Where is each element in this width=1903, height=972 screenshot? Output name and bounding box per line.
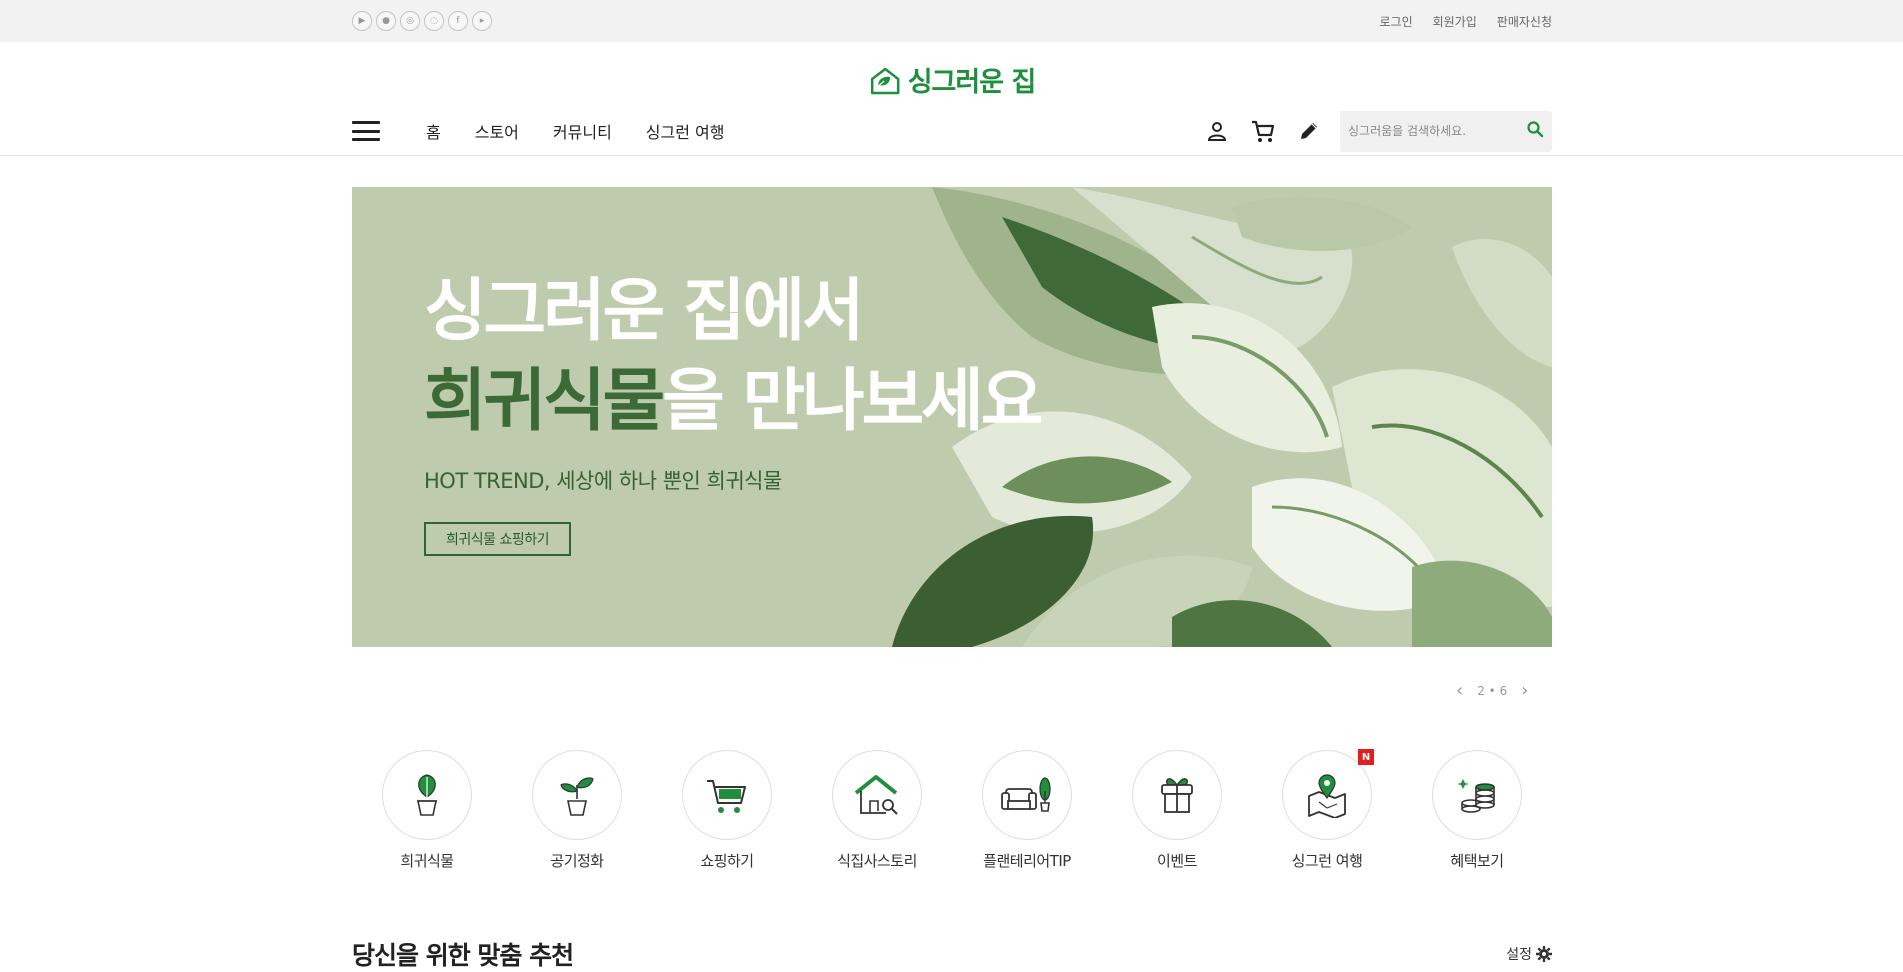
search-box bbox=[1340, 110, 1552, 152]
chevron-left-icon[interactable]: ‹ bbox=[1456, 680, 1463, 701]
house-leaf-logo-icon bbox=[870, 67, 899, 94]
category-event[interactable]: 이벤트 bbox=[1132, 750, 1222, 871]
login-link[interactable]: 로그인 bbox=[1380, 13, 1413, 30]
apple-icon[interactable]: ● bbox=[376, 11, 396, 31]
headline-line-2-rest: 을 만나보세요 bbox=[662, 362, 1043, 441]
nav-store[interactable]: 스토어 bbox=[475, 119, 519, 143]
coins-icon bbox=[1457, 779, 1495, 813]
banner-pager: ‹ 2 • 6 › bbox=[1456, 680, 1528, 701]
logo-text: 싱그러운 집 bbox=[907, 67, 1037, 98]
map-pin-icon bbox=[1308, 774, 1346, 818]
main-menu: 홈 스토어 커뮤니티 싱그런 여행 bbox=[426, 119, 724, 143]
social-links: ▶ ● ◎ ◌ f ▸ bbox=[352, 11, 492, 31]
banner-cta-button[interactable]: 희귀식물 쇼핑하기 bbox=[424, 522, 571, 556]
sofa-plant-icon bbox=[1001, 777, 1051, 812]
category-label: 싱그런 여행 bbox=[1291, 852, 1363, 870]
headline-highlight: 희귀식물 bbox=[424, 362, 665, 441]
category-label: 식집사스토리 bbox=[837, 852, 917, 870]
banner-subtitle: HOT TREND, 세상에 하나 뿐인 희귀식물 bbox=[424, 469, 782, 493]
new-badge: N bbox=[1358, 749, 1374, 765]
nav-home[interactable]: 홈 bbox=[426, 119, 441, 143]
search-icon[interactable] bbox=[1526, 120, 1544, 142]
category-label: 희귀식물 bbox=[400, 852, 454, 870]
signup-link[interactable]: 회원가입 bbox=[1433, 13, 1477, 30]
cart-icon[interactable] bbox=[1250, 118, 1276, 144]
pager-current: 2 bbox=[1477, 683, 1485, 698]
recommendation-section: 당신을 위한 맞춤 추천 설정 bbox=[352, 936, 1552, 972]
seller-apply-link[interactable]: 판매자신청 bbox=[1497, 13, 1552, 30]
youtube-icon[interactable]: ▸ bbox=[472, 11, 492, 31]
settings-label: 설정 bbox=[1506, 947, 1532, 963]
google-play-icon[interactable]: ▶ bbox=[352, 11, 372, 31]
category-air-purifying[interactable]: 공기정화 bbox=[532, 750, 622, 871]
category-shortcuts: 희귀식물 공기정화 쇼핑하기 식집사스토리 플랜테리어TIP 이벤트 N 싱그런… bbox=[352, 749, 1552, 871]
category-label: 이벤트 bbox=[1157, 852, 1197, 870]
gear-icon bbox=[1536, 946, 1552, 962]
category-benefits[interactable]: 혜택보기 bbox=[1432, 750, 1522, 871]
top-utility-bar: ▶ ● ◎ ◌ f ▸ 로그인 회원가입 판매자신청 bbox=[0, 0, 1903, 42]
monstera-pot-icon bbox=[417, 774, 437, 816]
headline-line-1: 싱그러운 집에서 bbox=[424, 272, 865, 351]
house-search-icon bbox=[854, 775, 898, 815]
chevron-right-icon[interactable]: › bbox=[1521, 680, 1528, 701]
cart-icon bbox=[707, 780, 746, 813]
search-input[interactable] bbox=[1348, 124, 1526, 138]
category-label: 혜택보기 bbox=[1450, 852, 1504, 870]
category-shopping[interactable]: 쇼핑하기 bbox=[682, 750, 772, 871]
category-rare-plants[interactable]: 희귀식물 bbox=[382, 750, 472, 871]
chat-icon[interactable]: ◌ bbox=[424, 11, 444, 31]
pager-total: 6 bbox=[1499, 683, 1508, 698]
settings-button[interactable]: 설정 bbox=[1506, 944, 1552, 964]
facebook-icon[interactable]: f bbox=[448, 11, 468, 31]
category-label: 공기정화 bbox=[550, 852, 604, 870]
hero-banner[interactable]: 싱그러운 집에서 희귀식물을 만나보세요 HOT TREND, 세상에 하나 뿐… bbox=[352, 187, 1552, 647]
gift-icon bbox=[1161, 778, 1193, 813]
banner-headline: 싱그러운 집에서 희귀식물을 만나보세요 bbox=[424, 267, 1043, 447]
logo[interactable]: 싱그러운 집 bbox=[868, 60, 1036, 99]
category-label: 플랜테리어TIP bbox=[983, 852, 1071, 870]
nav-travel[interactable]: 싱그런 여행 bbox=[646, 119, 725, 143]
nav-community[interactable]: 커뮤니티 bbox=[553, 119, 612, 143]
user-icon[interactable] bbox=[1204, 118, 1230, 144]
category-travel[interactable]: N 싱그런 여행 bbox=[1282, 749, 1374, 871]
headline-line-2: 희귀식물을 만나보세요 bbox=[424, 357, 1043, 447]
category-plant-parent-story[interactable]: 식집사스토리 bbox=[832, 750, 922, 871]
hamburger-menu-icon[interactable] bbox=[352, 121, 380, 141]
section-title: 당신을 위한 맞춤 추천 bbox=[352, 941, 574, 970]
main-header: 싱그러운 집 홈 스토어 커뮤니티 싱그런 여행 bbox=[0, 42, 1903, 156]
category-planterior-tip[interactable]: 플랜테리어TIP bbox=[982, 750, 1072, 871]
sprout-pot-icon bbox=[560, 777, 594, 816]
pencil-icon[interactable] bbox=[1296, 118, 1322, 144]
pager-indicator: 2 • 6 bbox=[1477, 683, 1508, 698]
category-label: 쇼핑하기 bbox=[700, 852, 754, 870]
instagram-icon[interactable]: ◎ bbox=[400, 11, 420, 31]
